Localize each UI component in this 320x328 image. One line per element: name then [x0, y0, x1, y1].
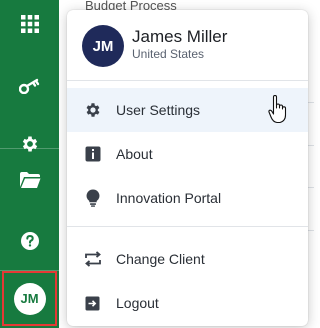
user-profile-header: JM James Miller United States	[67, 10, 308, 80]
logout-item[interactable]: Logout	[67, 281, 308, 325]
change-client-item[interactable]: Change Client	[67, 237, 308, 281]
app-rail: JM	[0, 0, 59, 328]
files-button[interactable]	[0, 158, 59, 202]
help-icon	[20, 232, 39, 250]
apps-grid-icon	[20, 15, 39, 33]
folder-icon	[19, 172, 40, 188]
settings-icon	[22, 136, 37, 152]
apps-grid-button[interactable]	[0, 2, 59, 46]
menu-item-label: User Settings	[116, 102, 201, 118]
key-icon	[18, 78, 39, 94]
user-location: United States	[132, 47, 205, 61]
logout-icon	[67, 296, 116, 311]
page: Budget Process JM JM James Miller United…	[0, 0, 314, 328]
about-item[interactable]: About	[67, 132, 308, 176]
gear-icon	[67, 101, 116, 119]
swap-icon	[67, 251, 116, 267]
avatar: JM	[82, 25, 124, 67]
innovation-portal-item[interactable]: Innovation Portal	[67, 176, 308, 220]
user-menu: JM James Miller United States User Setti…	[67, 10, 308, 326]
menu-item-label: Change Client	[116, 251, 205, 267]
menu-divider	[67, 226, 308, 227]
lightbulb-icon	[67, 189, 116, 207]
menu-divider	[67, 80, 308, 81]
menu-item-label: Logout	[116, 295, 159, 311]
avatar: JM	[13, 282, 46, 315]
keys-button[interactable]	[0, 64, 59, 108]
user-name: James Miller	[132, 27, 228, 46]
menu-item-label: Innovation Portal	[116, 190, 222, 206]
info-icon	[67, 146, 116, 162]
menu-item-label: About	[116, 146, 153, 162]
rail-divider	[0, 148, 59, 149]
user-avatar-button[interactable]: JM	[2, 271, 57, 326]
help-button[interactable]	[0, 219, 59, 263]
hand-cursor-icon	[268, 95, 287, 124]
